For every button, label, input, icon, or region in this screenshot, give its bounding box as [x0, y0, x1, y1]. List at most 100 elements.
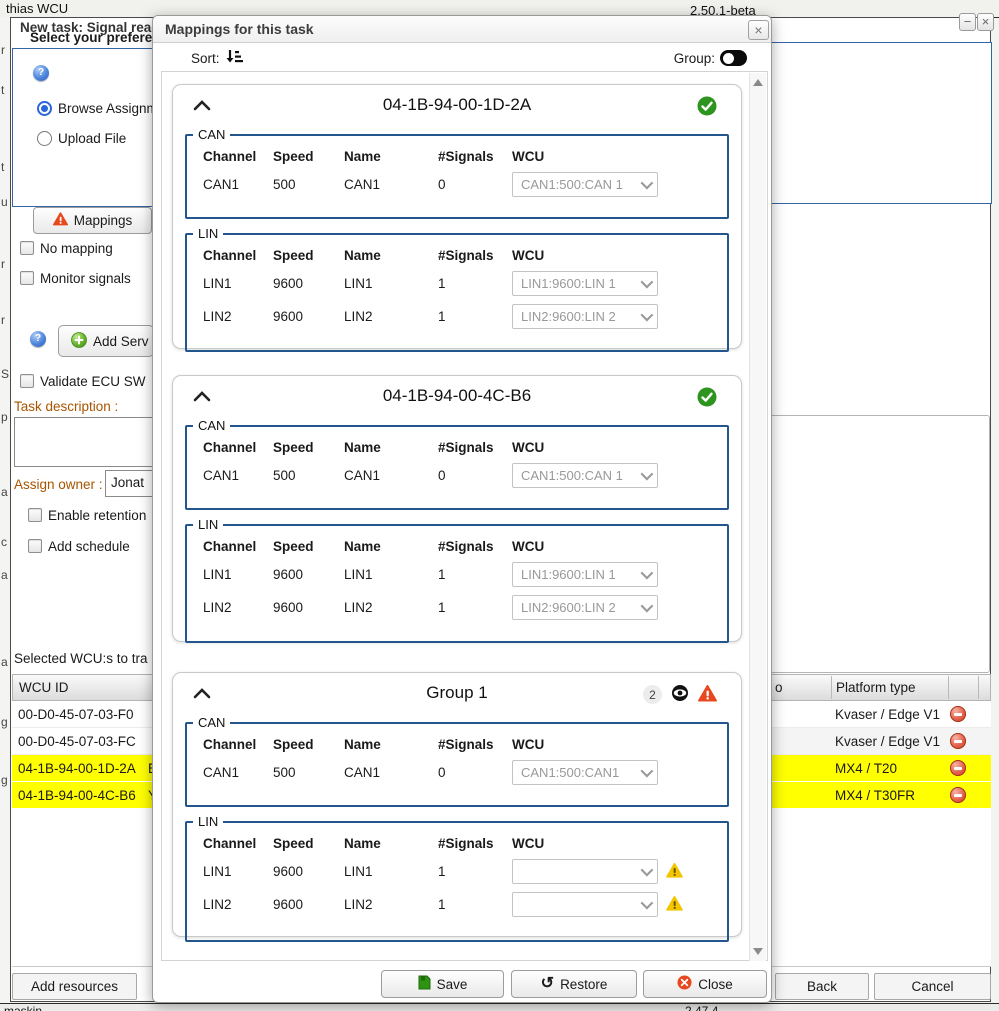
- modal-title-bar: Mappings for this task: [153, 16, 771, 43]
- edge-text-fragment: a: [1, 568, 8, 582]
- edge-text-fragment: a: [1, 485, 8, 499]
- table-row: CAN1500CAN10 CAN1:500:CAN 1: [187, 168, 719, 201]
- help-icon-add-service[interactable]: ?: [30, 331, 46, 347]
- wcu-select[interactable]: LIN1:9600:LIN 1: [512, 562, 658, 587]
- validate-ecu-checkbox[interactable]: [20, 374, 34, 388]
- assign-owner-input[interactable]: Jonat: [105, 470, 154, 497]
- table-row: CAN1500CAN10 CAN1:500:CAN1: [187, 756, 719, 789]
- wcu-select[interactable]: LIN2:9600:LIN 2: [512, 595, 658, 620]
- monitor-signals-checkbox[interactable]: [20, 271, 34, 285]
- table-row[interactable]: 00-D0-45-07-03-F0: [12, 701, 153, 728]
- bottom-version: 2.47.4: [685, 1004, 718, 1011]
- warning-yellow-icon: [666, 896, 683, 914]
- scroll-up-icon[interactable]: [753, 79, 763, 86]
- add-schedule-checkbox[interactable]: [28, 539, 42, 553]
- close-button[interactable]: Close: [643, 970, 767, 998]
- edge-text-fragment: r: [1, 43, 5, 57]
- group-toggle[interactable]: [720, 50, 747, 66]
- dropdown-chevron-icon: [641, 276, 654, 289]
- lin-section: LIN ChannelSpeedName#SignalsWCU LIN19600…: [185, 517, 729, 643]
- enable-retention-checkbox[interactable]: [28, 508, 42, 522]
- wcu-select[interactable]: LIN1:9600:LIN 1: [512, 271, 658, 296]
- remove-row-icon[interactable]: [950, 787, 966, 803]
- table-row[interactable]: 00-D0-45-07-03-FC: [12, 728, 153, 755]
- card-title: 04-1B-94-00-1D-2A: [173, 95, 741, 115]
- check-circle-icon: [697, 387, 717, 410]
- dropdown-chevron-icon: [641, 864, 654, 877]
- dropdown-chevron-icon: [641, 177, 654, 190]
- dropdown-chevron-icon: [641, 309, 654, 322]
- modal-close-icon[interactable]: ×: [748, 20, 769, 40]
- table-row: LIN29600LIN21 LIN2:9600:LIN 2: [187, 591, 719, 624]
- table-row[interactable]: 04-1B-94-00-4C-B6 Y: [12, 782, 153, 809]
- mappings-button[interactable]: Mappings: [33, 207, 152, 234]
- table-row[interactable]: 04-1B-94-00-1D-2A E: [12, 755, 153, 782]
- mapping-card: 04-1B-94-00-4C-B6 CAN ChannelSpeedName#S…: [172, 375, 742, 642]
- scroll-down-icon[interactable]: [753, 948, 763, 955]
- monitor-signals-label: Monitor signals: [40, 271, 131, 286]
- prefs-header: Select your prefered: [30, 30, 152, 45]
- radio-browse-assignment[interactable]: [37, 101, 52, 116]
- table-row: LIN29600LIN21 LIN2:9600:LIN 2: [187, 300, 719, 333]
- remove-row-icon[interactable]: [950, 760, 966, 776]
- edge-text-fragment: r: [1, 313, 5, 327]
- restore-button[interactable]: ↺ Restore: [511, 970, 637, 998]
- mappings-button-label: Mappings: [74, 213, 133, 228]
- hidden-column-tail: o: [775, 680, 783, 695]
- eye-icon[interactable]: [671, 684, 689, 705]
- radio-browse-label: Browse Assignm: [58, 101, 153, 116]
- edge-text-fragment: S: [1, 367, 9, 381]
- edge-text-fragment: g: [1, 773, 8, 787]
- modal-toolbar: Sort: Group:: [163, 46, 763, 70]
- dropdown-chevron-icon: [641, 765, 654, 778]
- plus-circle-icon: [71, 332, 87, 351]
- minimize-button[interactable]: −: [959, 13, 976, 31]
- warning-yellow-icon: [666, 863, 683, 881]
- remove-row-icon[interactable]: [950, 733, 966, 749]
- add-service-button[interactable]: Add Serv: [58, 325, 154, 357]
- close-circle-icon: [677, 975, 692, 993]
- add-resources-button[interactable]: Add resources: [12, 973, 137, 1000]
- help-icon[interactable]: ?: [33, 65, 49, 81]
- divider: [12, 966, 153, 967]
- enable-retention-label: Enable retention: [48, 508, 146, 523]
- can-section: CAN ChannelSpeedName#SignalsWCU CAN1500C…: [185, 715, 729, 807]
- wcu-select[interactable]: CAN1:500:CAN 1: [512, 172, 658, 197]
- mappings-modal: Mappings for this task × Sort: Group:: [152, 15, 772, 1003]
- group-label: Group:: [674, 51, 715, 66]
- sort-icon[interactable]: [225, 49, 243, 68]
- table-header-row: ChannelSpeedName#SignalsWCU: [187, 732, 719, 756]
- edge-text-fragment: t: [1, 160, 4, 174]
- save-button[interactable]: Save: [381, 970, 504, 998]
- task-description-label: Task description :: [14, 399, 118, 414]
- wcu-table-header[interactable]: WCU ID: [12, 674, 153, 701]
- wcu-select[interactable]: [512, 859, 658, 884]
- can-section: CAN ChannelSpeedName#SignalsWCU CAN1500C…: [185, 127, 729, 219]
- assign-owner-label: Assign owner :: [14, 477, 103, 492]
- wcu-select[interactable]: CAN1:500:CAN1: [512, 760, 658, 785]
- no-mapping-label: No mapping: [40, 241, 113, 256]
- task-description-textarea[interactable]: [14, 417, 154, 467]
- screen: thias WCU 2.50.1-beta New task: Signal r…: [0, 0, 999, 1011]
- remove-row-icon[interactable]: [950, 706, 966, 722]
- wcu-select[interactable]: LIN2:9600:LIN 2: [512, 304, 658, 329]
- selected-wcus-label: Selected WCU:s to tra: [14, 651, 152, 666]
- table-row: LIN19600LIN11 LIN1:9600:LIN 1: [187, 558, 719, 591]
- wcu-select[interactable]: CAN1:500:CAN 1: [512, 463, 658, 488]
- window-close-button[interactable]: ×: [977, 13, 994, 31]
- top-bar-text: thias WCU: [6, 1, 68, 16]
- radio-upload-file[interactable]: [37, 131, 52, 146]
- cancel-button[interactable]: Cancel: [874, 973, 991, 1000]
- modal-scrollbar[interactable]: [749, 73, 766, 961]
- no-mapping-checkbox[interactable]: [20, 241, 34, 255]
- wcu-select[interactable]: [512, 892, 658, 917]
- can-section: CAN ChannelSpeedName#SignalsWCU CAN1500C…: [185, 418, 729, 510]
- warning-triangle-icon: [698, 685, 717, 705]
- back-button[interactable]: Back: [775, 973, 869, 1000]
- table-row: LIN29600LIN21: [187, 888, 719, 921]
- table-header-row: ChannelSpeedName#SignalsWCU: [187, 144, 719, 168]
- group-count-badge: 2: [643, 685, 662, 704]
- table-row: LIN19600LIN11 LIN1:9600:LIN 1: [187, 267, 719, 300]
- edge-text-fragment: t: [1, 83, 4, 97]
- table-header-row: ChannelSpeedName#SignalsWCU: [187, 831, 719, 855]
